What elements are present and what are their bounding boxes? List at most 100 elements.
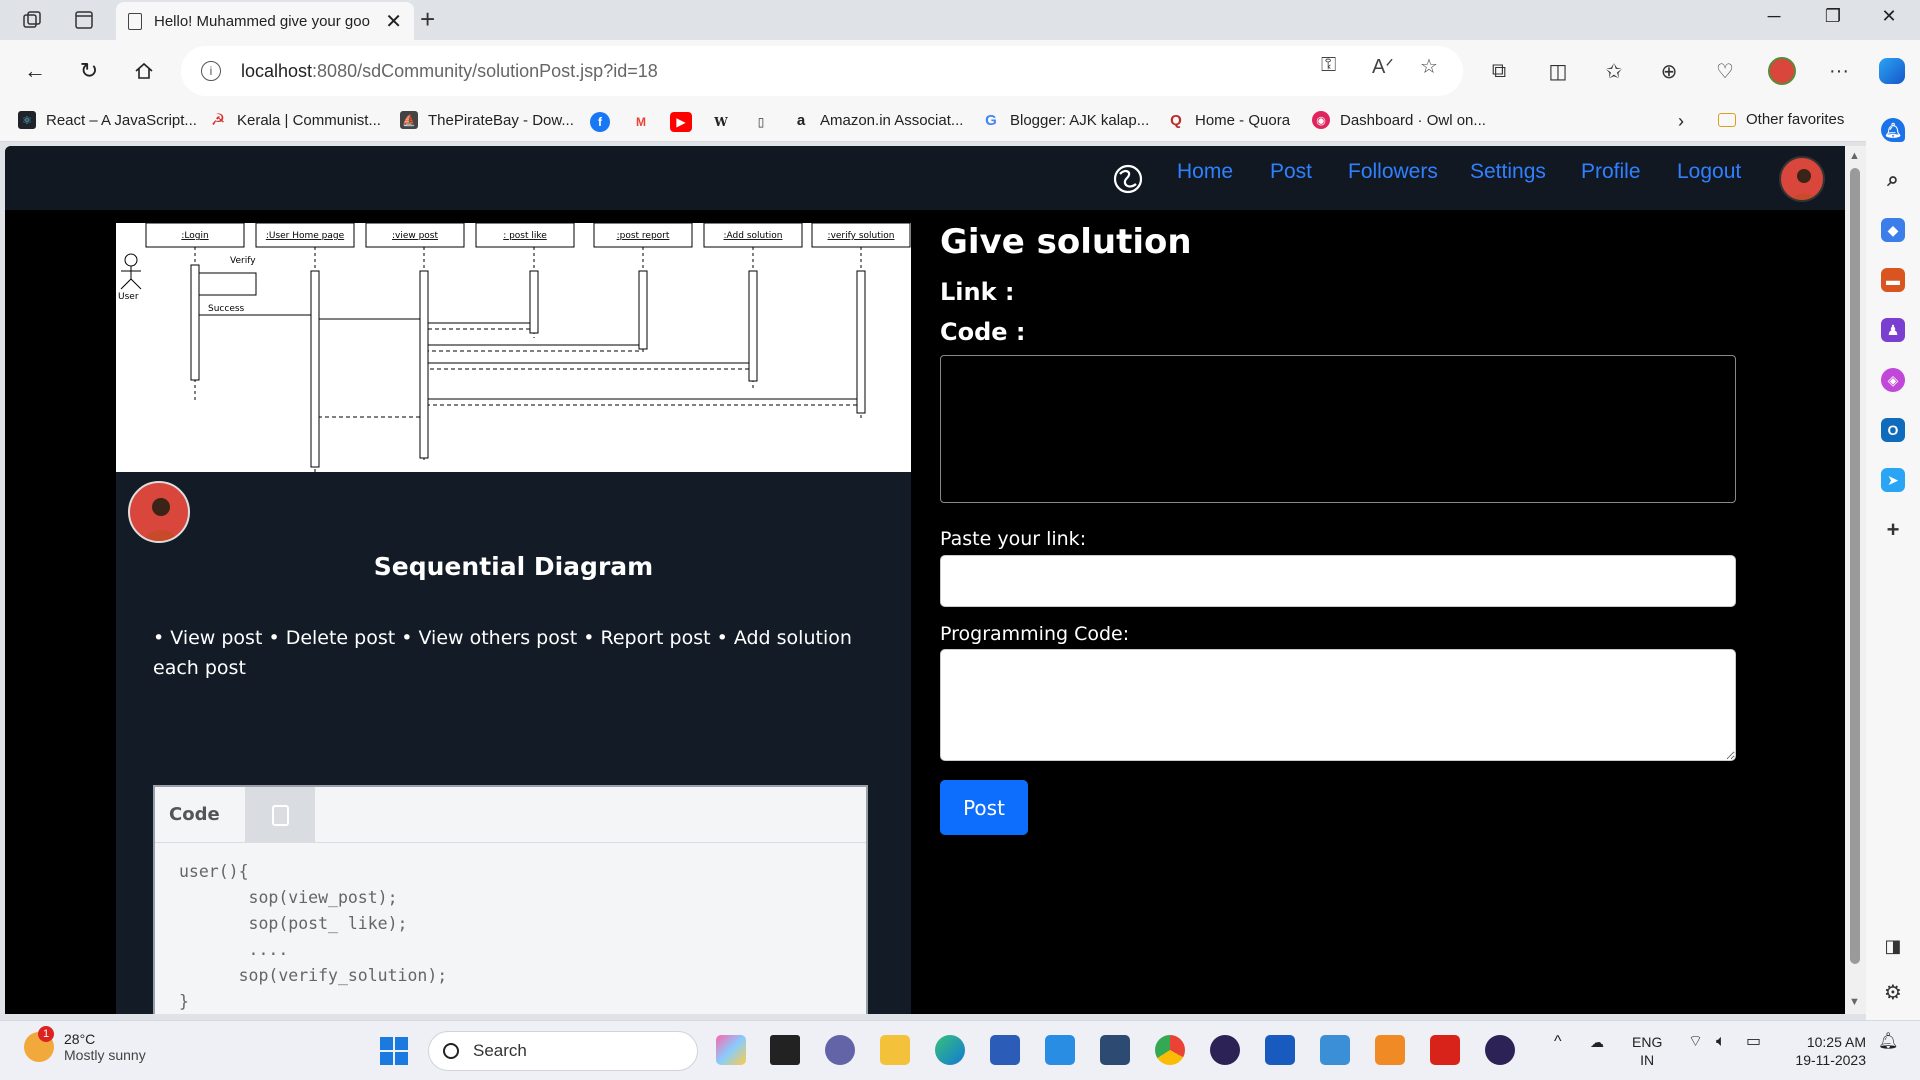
more-icon[interactable]: ··· <box>1823 54 1855 88</box>
close-tab-icon[interactable]: ✕ <box>385 9 402 34</box>
workspaces-icon[interactable] <box>16 6 48 34</box>
notification-bell-icon[interactable]: 🔔︎ <box>1878 1033 1898 1051</box>
active-tab[interactable]: Hello! Muhammed give your goo ✕ <box>116 2 414 40</box>
form-heading: Give solution <box>940 222 1192 262</box>
bookmark-quora[interactable]: Q Home - Quora <box>1167 111 1290 129</box>
word-icon[interactable] <box>1265 1035 1295 1065</box>
bookmark-piratebay[interactable]: ⛵ ThePirateBay - Dow... <box>400 111 574 129</box>
nav-followers[interactable]: Followers <box>1348 160 1438 184</box>
settings-gear-icon[interactable]: ⚙ <box>1881 980 1905 1004</box>
search-icon[interactable]: ⌕ <box>1881 168 1905 192</box>
user-avatar[interactable] <box>1779 156 1825 202</box>
drop-send-icon[interactable]: ➤ <box>1881 468 1905 492</box>
wikipedia-icon[interactable]: W <box>710 112 732 132</box>
lifeline-post-like: : post like <box>503 231 547 241</box>
site-info-icon[interactable]: i <box>201 61 221 81</box>
facebook-icon[interactable]: f <box>590 112 610 132</box>
favorites-icon[interactable]: ✩ <box>1598 54 1630 88</box>
url-field[interactable]: i localhost:8080/sdCommunity/solutionPos… <box>181 46 1463 96</box>
weather-widget[interactable]: 1 28°C Mostly sunny <box>24 1026 146 1063</box>
owl-icon: ◉ <box>1312 111 1330 129</box>
bookmark-amazon[interactable]: a Amazon.in Associat... <box>792 111 964 129</box>
extensions-icon[interactable]: ⧉ <box>1483 54 1515 88</box>
windows-start-icon[interactable] <box>380 1037 408 1065</box>
wifi-icon[interactable]: ⌔ <box>1688 1033 1703 1051</box>
new-tab-icon[interactable]: + <box>420 4 435 35</box>
bookmark-react[interactable]: ⚛ React – A JavaScript... <box>18 111 197 129</box>
profile-avatar[interactable] <box>1766 54 1798 88</box>
outlook-icon[interactable]: O <box>1881 418 1905 442</box>
youtube-icon[interactable]: ▶ <box>670 112 692 132</box>
back-icon[interactable]: ← <box>18 54 52 88</box>
brand-logo-icon[interactable] <box>1111 162 1145 196</box>
browser-essentials-icon[interactable]: ♡ <box>1709 54 1741 88</box>
nav-home[interactable]: Home <box>1177 160 1233 184</box>
split-screen-icon[interactable]: ◫ <box>1542 54 1574 88</box>
maximize-icon[interactable]: ❐ <box>1810 6 1856 27</box>
gmail-icon[interactable]: M <box>630 112 652 132</box>
teams-icon[interactable] <box>825 1035 855 1065</box>
bookmark-owl[interactable]: ◉ Dashboard · Owl on... <box>1312 111 1486 129</box>
blender-icon[interactable] <box>1375 1035 1405 1065</box>
copy-clipboard-icon[interactable] <box>245 787 315 843</box>
store-icon[interactable] <box>990 1035 1020 1065</box>
favorite-star-icon[interactable]: ☆ <box>1420 54 1438 79</box>
edge-icon[interactable] <box>935 1035 965 1065</box>
collections-icon[interactable]: ⊕ <box>1653 54 1685 88</box>
code-textarea[interactable] <box>940 649 1736 761</box>
nav-settings[interactable]: Settings <box>1470 160 1546 184</box>
show-hidden-icons-chevron-icon[interactable]: ^ <box>1554 1033 1562 1051</box>
copilot-icon[interactable] <box>1876 54 1908 88</box>
eclipse-icon[interactable] <box>1210 1035 1240 1065</box>
message-success: Success <box>208 304 245 314</box>
add-icon[interactable]: + <box>1881 517 1905 542</box>
page-scrollbar[interactable]: ▲ ▼ <box>1845 146 1866 1014</box>
notifications-bell-icon[interactable]: 🔔︎ <box>1881 118 1905 142</box>
volume-icon[interactable]: 🔈︎ <box>1716 1033 1726 1051</box>
tools-briefcase-icon[interactable]: ▬ <box>1881 268 1905 292</box>
onedrive-icon[interactable]: ☁ <box>1590 1033 1604 1051</box>
page-icon <box>128 12 142 30</box>
post-button[interactable]: Post <box>940 780 1028 835</box>
close-window-icon[interactable]: ✕ <box>1866 6 1912 27</box>
nav-profile[interactable]: Profile <box>1581 160 1641 184</box>
scroll-down-icon[interactable]: ▼ <box>1849 996 1860 1008</box>
nav-post[interactable]: Post <box>1270 160 1312 184</box>
nav-logout[interactable]: Logout <box>1677 160 1741 184</box>
battery-icon[interactable]: ▭ <box>1746 1033 1761 1051</box>
refresh-icon[interactable]: ↻ <box>72 54 106 88</box>
scroll-up-icon[interactable]: ▲ <box>1849 150 1860 162</box>
scroll-thumb[interactable] <box>1850 168 1860 964</box>
bookmark-blogger[interactable]: G Blogger: AJK kalap... <box>982 111 1149 129</box>
more-bookmarks-chevron-icon[interactable]: › <box>1678 111 1684 132</box>
task-view-icon[interactable] <box>770 1035 800 1065</box>
minimize-icon[interactable]: ─ <box>1751 6 1797 27</box>
chrome-icon[interactable] <box>1155 1035 1185 1065</box>
other-favorites[interactable]: Other favorites <box>1718 111 1844 128</box>
url-path: :8080/sdCommunity/solutionPost.jsp?id=18 <box>312 60 658 81</box>
bookmark-kerala[interactable]: ☭ Kerala | Communist... <box>209 111 381 130</box>
read-aloud-icon[interactable]: Aᐟ <box>1372 54 1394 79</box>
sidebar-toggle-icon[interactable]: ◨ <box>1881 934 1905 958</box>
code-display-box <box>940 355 1736 503</box>
clock[interactable]: 10:25 AM 19-11-2023 <box>1786 1033 1866 1069</box>
vscode-icon[interactable] <box>1045 1035 1075 1065</box>
sql-server-icon[interactable] <box>1100 1035 1130 1065</box>
author-avatar[interactable] <box>128 481 190 543</box>
link-input[interactable] <box>940 555 1736 607</box>
copilot-preview-icon[interactable] <box>716 1035 746 1065</box>
home-icon[interactable] <box>127 54 161 88</box>
notepad-icon[interactable] <box>1320 1035 1350 1065</box>
language-indicator[interactable]: ENG IN <box>1632 1033 1662 1069</box>
key-icon[interactable]: ⚿ <box>1321 54 1336 77</box>
shopping-tag-icon[interactable]: ◆ <box>1881 218 1905 242</box>
games-icon[interactable]: ♟ <box>1881 318 1905 342</box>
acrobat-icon[interactable] <box>1430 1035 1460 1065</box>
document-icon[interactable]: ▯ <box>750 112 772 132</box>
microsoft365-icon[interactable]: ◈ <box>1881 368 1905 392</box>
tab-actions-icon[interactable] <box>68 6 100 34</box>
code-block-label: Code <box>169 804 220 825</box>
taskbar-search[interactable]: Search <box>428 1031 698 1071</box>
file-explorer-icon[interactable] <box>880 1035 910 1065</box>
eclipse-ide-icon[interactable] <box>1485 1035 1515 1065</box>
